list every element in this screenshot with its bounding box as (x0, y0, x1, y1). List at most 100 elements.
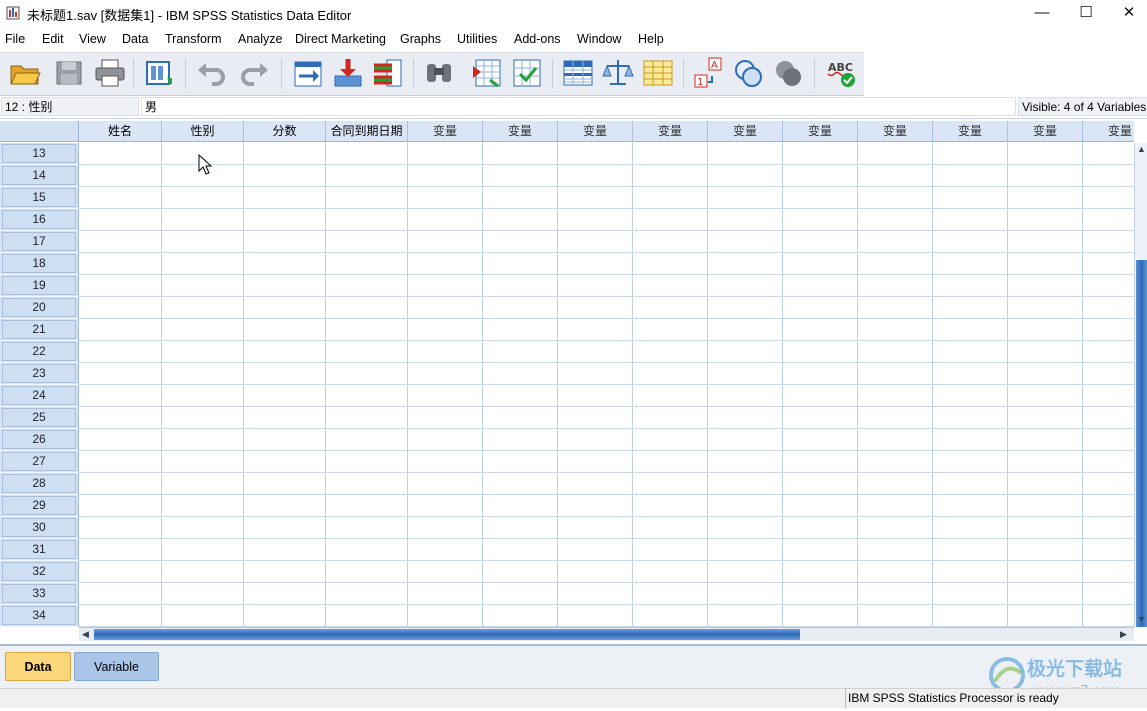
column-header-xingbie[interactable]: 性别 (162, 121, 244, 142)
scroll-left-icon[interactable]: ◀ (82, 628, 89, 640)
weight-cases-icon[interactable] (601, 56, 635, 90)
minimize-button[interactable]: — (1019, 0, 1065, 26)
menu-bar: File Edit View Data Transform Analyze Di… (0, 29, 1147, 50)
select-cases-icon[interactable] (641, 56, 675, 90)
use-variable-sets-icon[interactable] (732, 56, 766, 90)
row-header[interactable]: 16 (0, 209, 79, 231)
column-header-hetong-daoqi-riqi[interactable]: 合同到期日期 (326, 121, 408, 142)
horizontal-scrollbar[interactable]: ◀ ▶ (79, 627, 1134, 641)
mouse-cursor-icon (198, 154, 212, 175)
row-header[interactable]: 27 (0, 451, 79, 473)
row-header[interactable]: 15 (0, 187, 79, 209)
row-header[interactable]: 31 (0, 539, 79, 561)
row-number: 31 (2, 540, 76, 559)
menu-window[interactable]: Window (577, 32, 621, 46)
column-header-var[interactable]: 变量 (783, 121, 858, 142)
save-icon[interactable] (52, 56, 86, 90)
row-header[interactable]: 22 (0, 341, 79, 363)
menu-view[interactable]: View (79, 32, 106, 46)
row-header[interactable]: 24 (0, 385, 79, 407)
status-bar: IBM SPSS Statistics Processor is ready (0, 688, 1147, 708)
value-labels-icon[interactable]: A1 (692, 56, 726, 90)
row-header[interactable]: 19 (0, 275, 79, 297)
grid-line (79, 296, 1134, 297)
goto-variable-icon[interactable] (331, 56, 365, 90)
split-file-icon[interactable] (561, 56, 595, 90)
grid-corner[interactable] (0, 121, 79, 142)
column-header-fenshu[interactable]: 分数 (244, 121, 326, 142)
tab-variable-view[interactable]: Variable View (74, 652, 159, 703)
cell-value-input[interactable]: 男 (141, 97, 1016, 116)
close-button[interactable]: ✕ (1106, 0, 1147, 26)
scroll-down-icon[interactable]: ▼ (1137, 613, 1146, 625)
column-header-var[interactable]: 变量 (483, 121, 558, 142)
variables-icon[interactable] (371, 56, 405, 90)
column-header-var[interactable]: 变量 (933, 121, 1008, 142)
tab-data-view[interactable]: Data View (5, 652, 71, 703)
row-header[interactable]: 21 (0, 319, 79, 341)
row-header[interactable]: 20 (0, 297, 79, 319)
row-header[interactable]: 33 (0, 583, 79, 605)
vertical-scroll-thumb[interactable] (1136, 260, 1147, 627)
row-number: 29 (2, 496, 76, 515)
menu-edit[interactable]: Edit (42, 32, 64, 46)
scroll-up-icon[interactable]: ▲ (1137, 143, 1146, 155)
column-header-var[interactable]: 变量 (1008, 121, 1083, 142)
column-header-var[interactable]: 变量 (858, 121, 933, 142)
row-header[interactable]: 13 (0, 143, 79, 165)
goto-case-icon[interactable] (291, 56, 325, 90)
recall-dialog-icon[interactable] (143, 56, 177, 90)
row-header[interactable]: 18 (0, 253, 79, 275)
row-header[interactable]: 23 (0, 363, 79, 385)
row-header[interactable]: 29 (0, 495, 79, 517)
open-file-icon[interactable] (8, 56, 42, 90)
show-all-variables-icon[interactable] (772, 56, 806, 90)
row-number: 33 (2, 584, 76, 603)
column-header-var[interactable]: 变量 (558, 121, 633, 142)
scroll-right-icon[interactable]: ▶ (1120, 628, 1127, 640)
grid-line (79, 516, 1134, 517)
toolbar-separator (814, 59, 815, 89)
menu-help[interactable]: Help (638, 32, 664, 46)
menu-direct-marketing[interactable]: Direct Marketing (295, 32, 386, 46)
spell-check-icon[interactable]: ABC (824, 56, 858, 90)
menu-file[interactable]: File (5, 32, 25, 46)
column-header-var[interactable]: 变量 (633, 121, 708, 142)
column-header-var[interactable]: 变量 (708, 121, 783, 142)
column-header-var[interactable]: 变量 (1083, 121, 1134, 142)
row-header[interactable]: 26 (0, 429, 79, 451)
row-header[interactable]: 17 (0, 231, 79, 253)
print-icon[interactable] (93, 56, 127, 90)
toolbar-empty-area (864, 52, 1147, 94)
row-header[interactable]: 28 (0, 473, 79, 495)
row-header[interactable]: 14 (0, 165, 79, 187)
cell-editor-bar: 12 : 性别 男 Visible: 4 of 4 Variables (0, 96, 1147, 119)
row-number: 13 (2, 144, 76, 163)
row-number: 20 (2, 298, 76, 317)
menu-graphs[interactable]: Graphs (400, 32, 441, 46)
column-header-xingming[interactable]: 姓名 (79, 121, 162, 142)
row-header[interactable]: 30 (0, 517, 79, 539)
maximize-button[interactable]: ☐ (1063, 0, 1109, 26)
menu-analyze[interactable]: Analyze (238, 32, 282, 46)
row-header[interactable]: 34 (0, 605, 79, 627)
vertical-scrollbar[interactable]: ▲ ▼ (1134, 143, 1147, 627)
column-header-var[interactable]: 变量 (408, 121, 483, 142)
redo-icon[interactable] (238, 56, 272, 90)
data-grid[interactable]: 姓名 性别 分数 合同到期日期 变量 变量 变量 变量 变量 变量 变量 变量 … (0, 121, 1134, 627)
menu-utilities[interactable]: Utilities (457, 32, 497, 46)
horizontal-scroll-thumb[interactable] (94, 629, 800, 640)
menu-data[interactable]: Data (122, 32, 148, 46)
row-header[interactable]: 25 (0, 407, 79, 429)
menu-add-ons[interactable]: Add-ons (514, 32, 561, 46)
insert-cases-icon[interactable] (470, 56, 504, 90)
find-icon[interactable] (422, 56, 456, 90)
insert-variable-icon[interactable] (510, 56, 544, 90)
grid-line (79, 340, 1134, 341)
menu-transform[interactable]: Transform (165, 32, 222, 46)
row-number: 17 (2, 232, 76, 251)
undo-icon[interactable] (194, 56, 228, 90)
row-number: 26 (2, 430, 76, 449)
row-header[interactable]: 32 (0, 561, 79, 583)
row-number: 32 (2, 562, 76, 581)
